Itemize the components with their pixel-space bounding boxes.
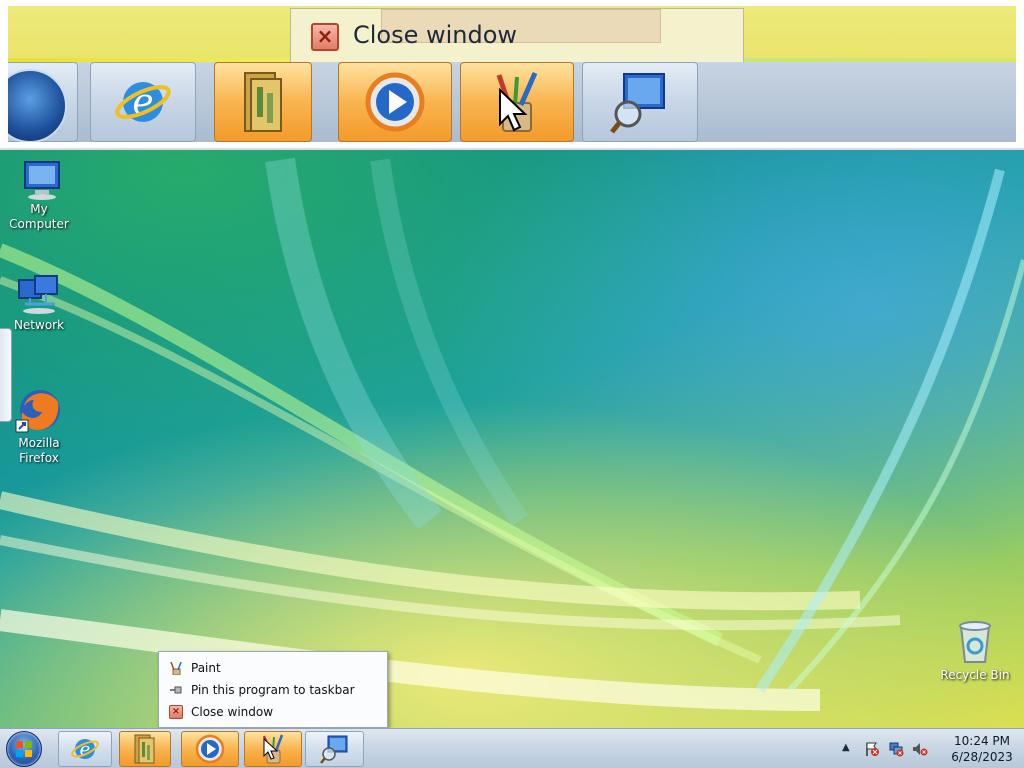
jump-list-label: Paint xyxy=(191,661,221,675)
desktop-icon-label: Mozilla Firefox xyxy=(18,436,60,465)
jump-list-label: Close window xyxy=(191,705,274,719)
desktop-icon-my-computer[interactable]: My Computer xyxy=(0,160,78,232)
magnifier-view: × Close window e xyxy=(0,0,1024,150)
folder-icon xyxy=(134,734,155,764)
taskbar-button-internet-explorer[interactable]: e xyxy=(58,731,112,767)
desktop-icon-firefox[interactable]: Mozilla Firefox xyxy=(0,386,78,466)
taskbar-jump-list: Paint Pin this program to taskbar × Clos… xyxy=(158,651,388,728)
network-status-icon[interactable] xyxy=(888,741,904,757)
mouse-cursor-icon xyxy=(263,738,279,760)
magnified-media-player-icon xyxy=(365,72,425,132)
magnified-magnifier-button xyxy=(582,62,698,142)
clock-date: 6/28/2023 xyxy=(951,750,1013,764)
paint-icon xyxy=(170,661,182,675)
start-button[interactable] xyxy=(6,731,42,767)
magnified-cursor-icon xyxy=(499,88,528,132)
magnified-start-orb-icon xyxy=(8,69,67,142)
show-hidden-icons-button[interactable]: ▲ xyxy=(842,742,850,753)
magnified-magnifier-icon xyxy=(610,73,665,134)
magnified-close-label: Close window xyxy=(353,21,518,49)
desktop-icon-network[interactable]: Network xyxy=(0,274,78,333)
taskbar: e ▲ 10:24 PM 6/28/2023 xyxy=(0,728,1024,768)
ie-icon: e xyxy=(71,739,99,760)
taskbar-clock[interactable]: 10:24 PM 6/28/2023 xyxy=(944,733,1020,765)
action-center-flag-icon[interactable] xyxy=(864,741,880,757)
close-icon: × xyxy=(169,705,183,719)
network-icon xyxy=(18,275,58,314)
magnified-close-icon: × xyxy=(311,23,339,51)
magnified-ie-icon: e xyxy=(115,82,171,123)
magnified-start-slot xyxy=(8,62,78,142)
desktop-icon-recycle-bin[interactable]: Recycle Bin xyxy=(936,618,1014,683)
firefox-icon xyxy=(15,390,60,433)
taskbar-button-media-player[interactable] xyxy=(181,731,239,767)
jump-list-item-paint[interactable]: Paint xyxy=(165,658,383,678)
jump-list-item-close-window[interactable]: × Close window xyxy=(165,702,383,722)
taskbar-button-file-explorer[interactable] xyxy=(119,731,171,767)
desktop-icon-label: Recycle Bin xyxy=(940,668,1010,682)
pin-icon xyxy=(170,686,182,694)
computer-icon xyxy=(24,161,60,200)
jump-list-label: Pin this program to taskbar xyxy=(191,683,355,697)
recycle-bin-icon xyxy=(959,621,991,663)
magnified-ie-button: e xyxy=(90,62,196,142)
magnified-folder-icon xyxy=(244,72,282,132)
system-tray: ▲ 10:24 PM 6/28/2023 xyxy=(840,729,1024,768)
media-player-icon xyxy=(195,734,225,764)
magnified-folder-button xyxy=(214,62,312,142)
magnifier-lens: × Close window e xyxy=(8,6,1016,142)
magnified-media-button xyxy=(338,62,452,142)
jump-list-item-pin[interactable]: Pin this program to taskbar xyxy=(165,680,383,700)
clock-time: 10:24 PM xyxy=(954,734,1010,748)
windows-logo-icon xyxy=(16,741,32,757)
magnifier-icon xyxy=(319,735,347,764)
taskbar-button-magnifier[interactable] xyxy=(305,731,364,767)
volume-muted-icon[interactable] xyxy=(912,741,928,757)
desktop-icon-label: My Computer xyxy=(9,202,69,231)
